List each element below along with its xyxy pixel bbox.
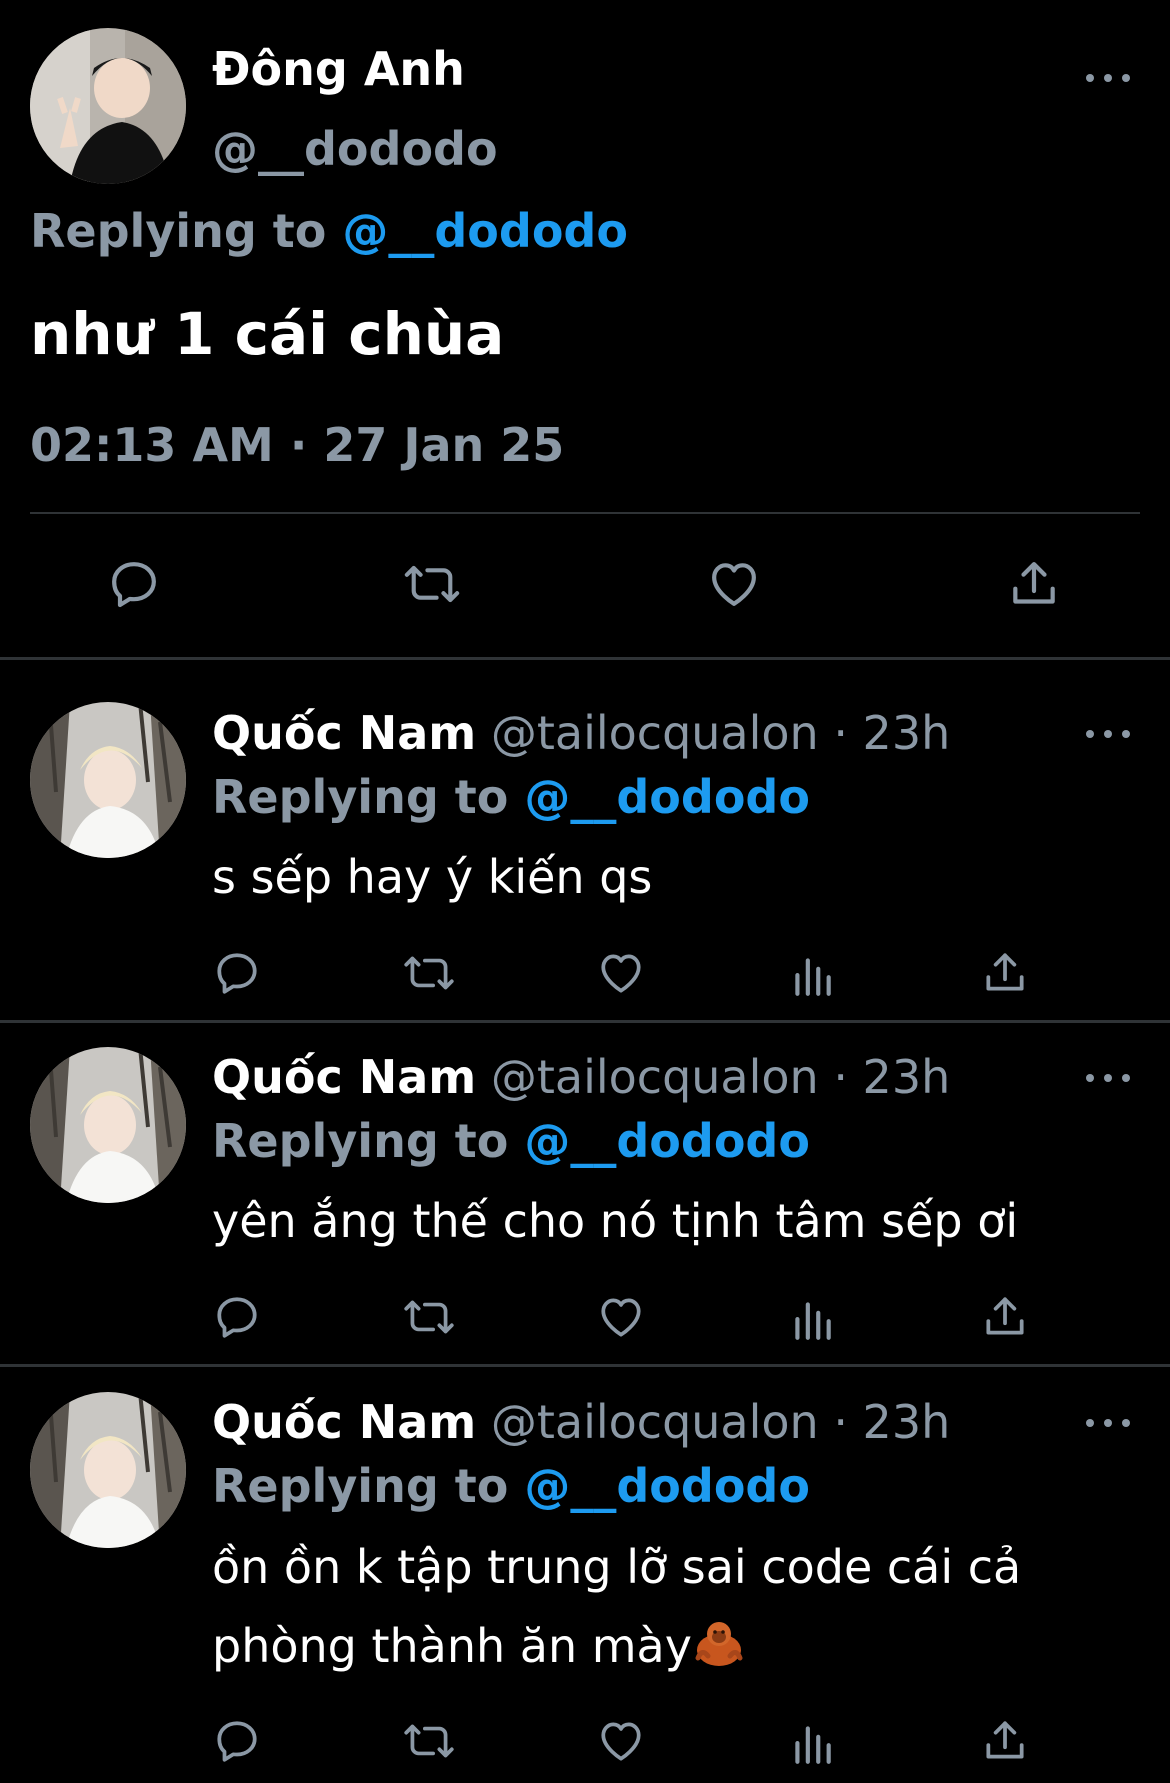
replying-label: Replying to [212,1459,509,1513]
retweet-icon[interactable] [400,1292,458,1342]
retweet-icon[interactable] [400,556,464,612]
more-icon[interactable] [1086,1413,1130,1433]
tweet-timestamp[interactable]: 02:13 AM · 27 Jan 25 [30,418,564,472]
avatar[interactable] [30,702,186,858]
replying-to: Replying to @__dododo [212,1114,810,1168]
analytics-icon[interactable] [790,948,834,998]
author-name[interactable]: Đông Anh [212,42,465,96]
author-handle[interactable]: @tailocqualon [491,1395,819,1449]
replying-label: Replying to [30,204,327,258]
retweet-icon[interactable] [400,1716,458,1766]
heart-icon[interactable] [596,1292,646,1342]
replying-handle[interactable]: @__dododo [524,770,810,824]
replying-handle[interactable]: @__dododo [342,204,628,258]
author-handle[interactable]: @tailocqualon [491,1050,819,1104]
reply-time[interactable]: · 23h [833,1050,950,1104]
author-handle[interactable]: @tailocqualon [491,706,819,760]
reply-header: Quốc Nam @tailocqualon · 23h [212,1395,950,1449]
analytics-icon[interactable] [790,1716,834,1766]
author-handle[interactable]: @__dododo [212,122,498,176]
tweet-text: như 1 cái chùa [30,300,505,368]
reply-text-line: phòng thành ăn mày [212,1618,746,1673]
reply-text: yên ắng thế cho nó tịnh tâm sếp ơi [212,1194,1019,1248]
divider [0,1364,1170,1367]
reply-time[interactable]: · 23h [833,706,950,760]
share-icon[interactable] [1006,556,1062,612]
author-name[interactable]: Quốc Nam [212,1050,476,1104]
share-icon[interactable] [980,948,1030,998]
reply-text-line: ồn ồn k tập trung lỡ sai code cái cả [212,1540,1022,1594]
analytics-icon[interactable] [790,1292,834,1342]
reply-icon[interactable] [212,1716,262,1766]
replying-handle[interactable]: @__dododo [524,1114,810,1168]
more-icon[interactable] [1086,1068,1130,1088]
share-icon[interactable] [980,1292,1030,1342]
more-icon[interactable] [1086,68,1130,88]
replying-to: Replying to @__dododo [30,204,628,258]
more-icon[interactable] [1086,724,1130,744]
divider [30,512,1140,514]
orangutan-emoji [692,1618,746,1668]
reply-icon[interactable] [106,556,162,612]
replying-to: Replying to @__dododo [212,1459,810,1513]
replying-to: Replying to @__dododo [212,770,810,824]
heart-icon[interactable] [596,948,646,998]
avatar[interactable] [30,1047,186,1203]
retweet-icon[interactable] [400,948,458,998]
author-name[interactable]: Quốc Nam [212,1395,476,1449]
heart-icon[interactable] [596,1716,646,1766]
divider [0,1020,1170,1023]
replying-handle[interactable]: @__dododo [524,1459,810,1513]
divider [0,657,1170,660]
reply-icon[interactable] [212,1292,262,1342]
reply-text: s sếp hay ý kiến qs [212,850,653,904]
reply-time[interactable]: · 23h [833,1395,950,1449]
replying-label: Replying to [212,770,509,824]
reply-icon[interactable] [212,948,262,998]
avatar[interactable] [30,1392,186,1548]
replying-label: Replying to [212,1114,509,1168]
share-icon[interactable] [980,1716,1030,1766]
reply-text-fragment: phòng thành ăn mày [212,1619,692,1673]
reply-header: Quốc Nam @tailocqualon · 23h [212,706,950,760]
reply-header: Quốc Nam @tailocqualon · 23h [212,1050,950,1104]
author-name[interactable]: Quốc Nam [212,706,476,760]
avatar[interactable] [30,28,186,184]
heart-icon[interactable] [706,556,762,612]
